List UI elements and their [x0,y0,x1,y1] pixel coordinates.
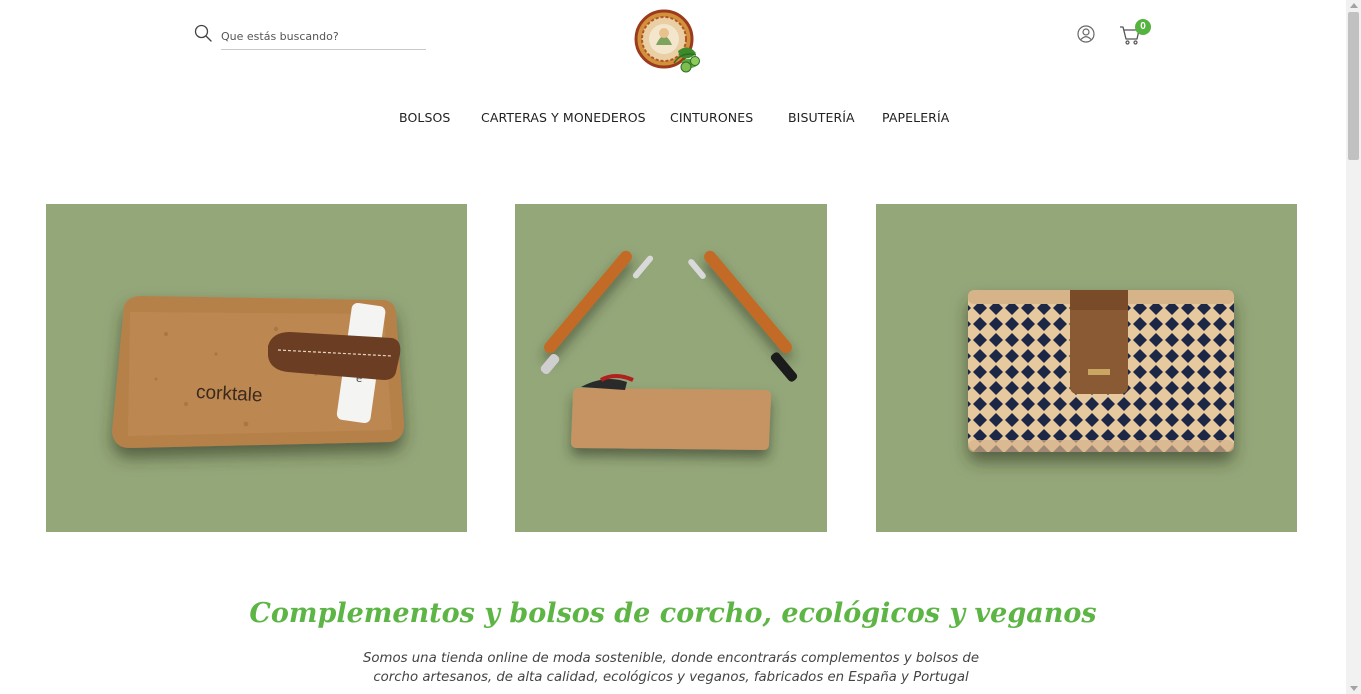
intro-line-1: Somos una tienda online de moda sostenib… [362,651,980,666]
search-icon[interactable] [194,24,212,42]
nav-item-cinturones[interactable]: CINTURONES [670,110,753,125]
cart-count-badge: 0 [1135,19,1151,35]
product-brand-text: corktale [195,382,263,406]
wallet-image [968,290,1234,452]
site-header: 0 BOLSOS CARTERAS Y MONEDEROS CINTURONES… [0,0,1346,160]
main-nav: BOLSOS CARTERAS Y MONEDEROS CINTURONES B… [0,110,1346,132]
cart-button[interactable]: 0 [1119,19,1155,47]
card-holder-image: e corktale [112,296,404,448]
intro-text: Somos una tienda online de moda sostenib… [340,649,1002,687]
logo-icon[interactable] [634,5,710,77]
nav-item-bolsos[interactable]: BOLSOS [399,110,450,125]
nav-item-papeleria[interactable]: PAPELERÍA [882,110,949,125]
banner-pencil-case[interactable] [515,204,827,532]
search-bar [194,22,426,50]
pencil-case-image [540,250,798,450]
scroll-down-icon[interactable] [1350,686,1358,691]
scroll-up-icon[interactable] [1350,3,1358,8]
user-icon[interactable] [1076,24,1096,44]
intro-line-2: corcho artesanos, de alta calidad, ecoló… [373,670,969,685]
page-headline: Complementos y bolsos de corcho, ecológi… [249,598,1097,629]
nav-item-carteras-y-monederos[interactable]: CARTERAS Y MONEDEROS [481,110,646,125]
nav-item-bisuteria[interactable]: BISUTERÍA [788,110,855,125]
banner-wallet[interactable] [876,204,1297,532]
scroll-thumb[interactable] [1348,12,1359,160]
search-input[interactable] [221,22,426,50]
banner-card-holder[interactable]: e corktale [46,204,467,532]
page-scrollbar[interactable] [1346,0,1361,694]
